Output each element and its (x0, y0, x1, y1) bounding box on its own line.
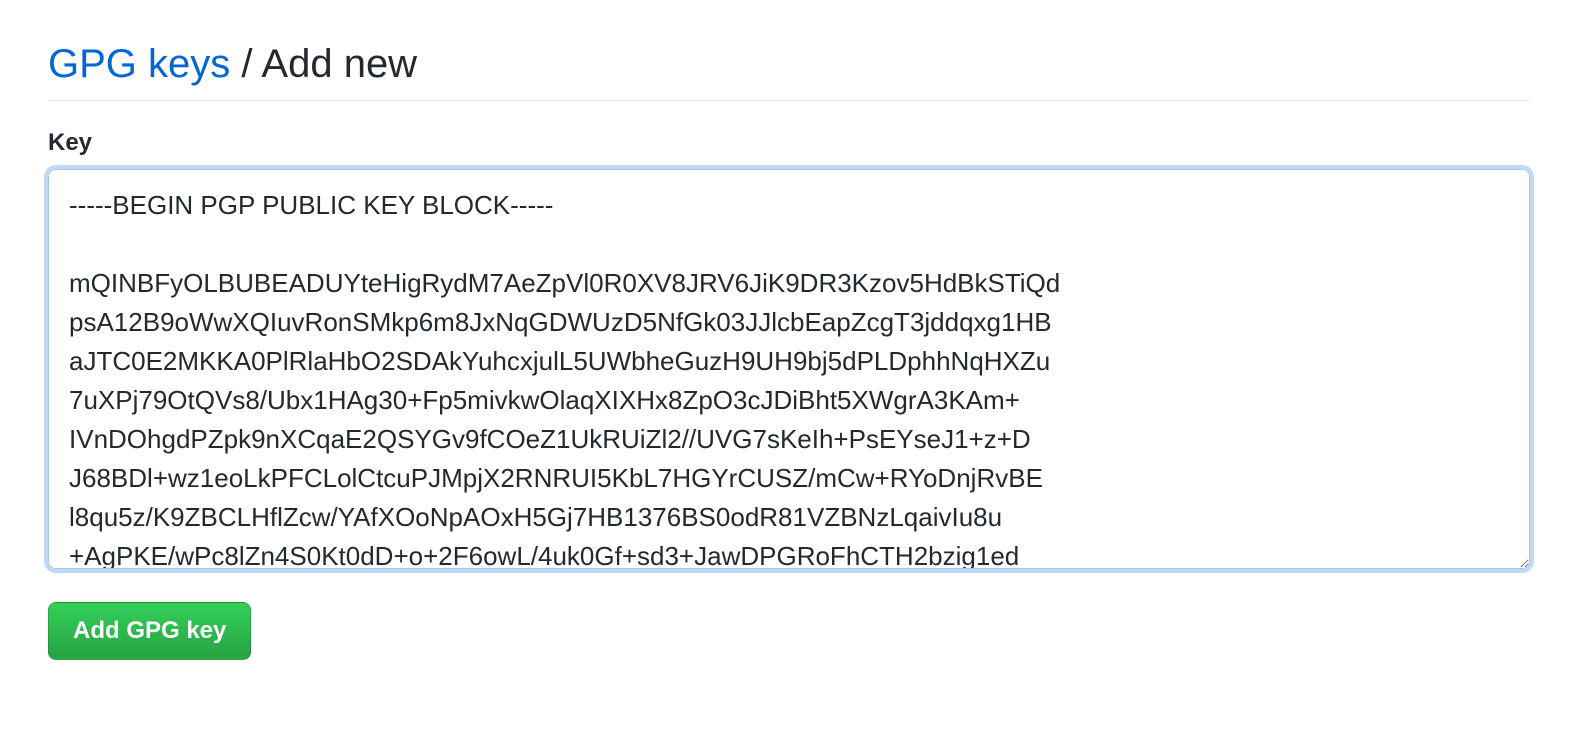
page-header: GPG keys / Add new (48, 40, 1530, 101)
breadcrumb-parent-link[interactable]: GPG keys (48, 42, 230, 86)
add-gpg-key-button[interactable]: Add GPG key (48, 602, 251, 660)
gpg-key-input[interactable] (48, 169, 1530, 569)
key-field-label: Key (48, 129, 1530, 157)
breadcrumb-current: Add new (261, 42, 417, 86)
breadcrumb: GPG keys / Add new (48, 40, 1530, 88)
breadcrumb-separator: / (230, 42, 261, 86)
